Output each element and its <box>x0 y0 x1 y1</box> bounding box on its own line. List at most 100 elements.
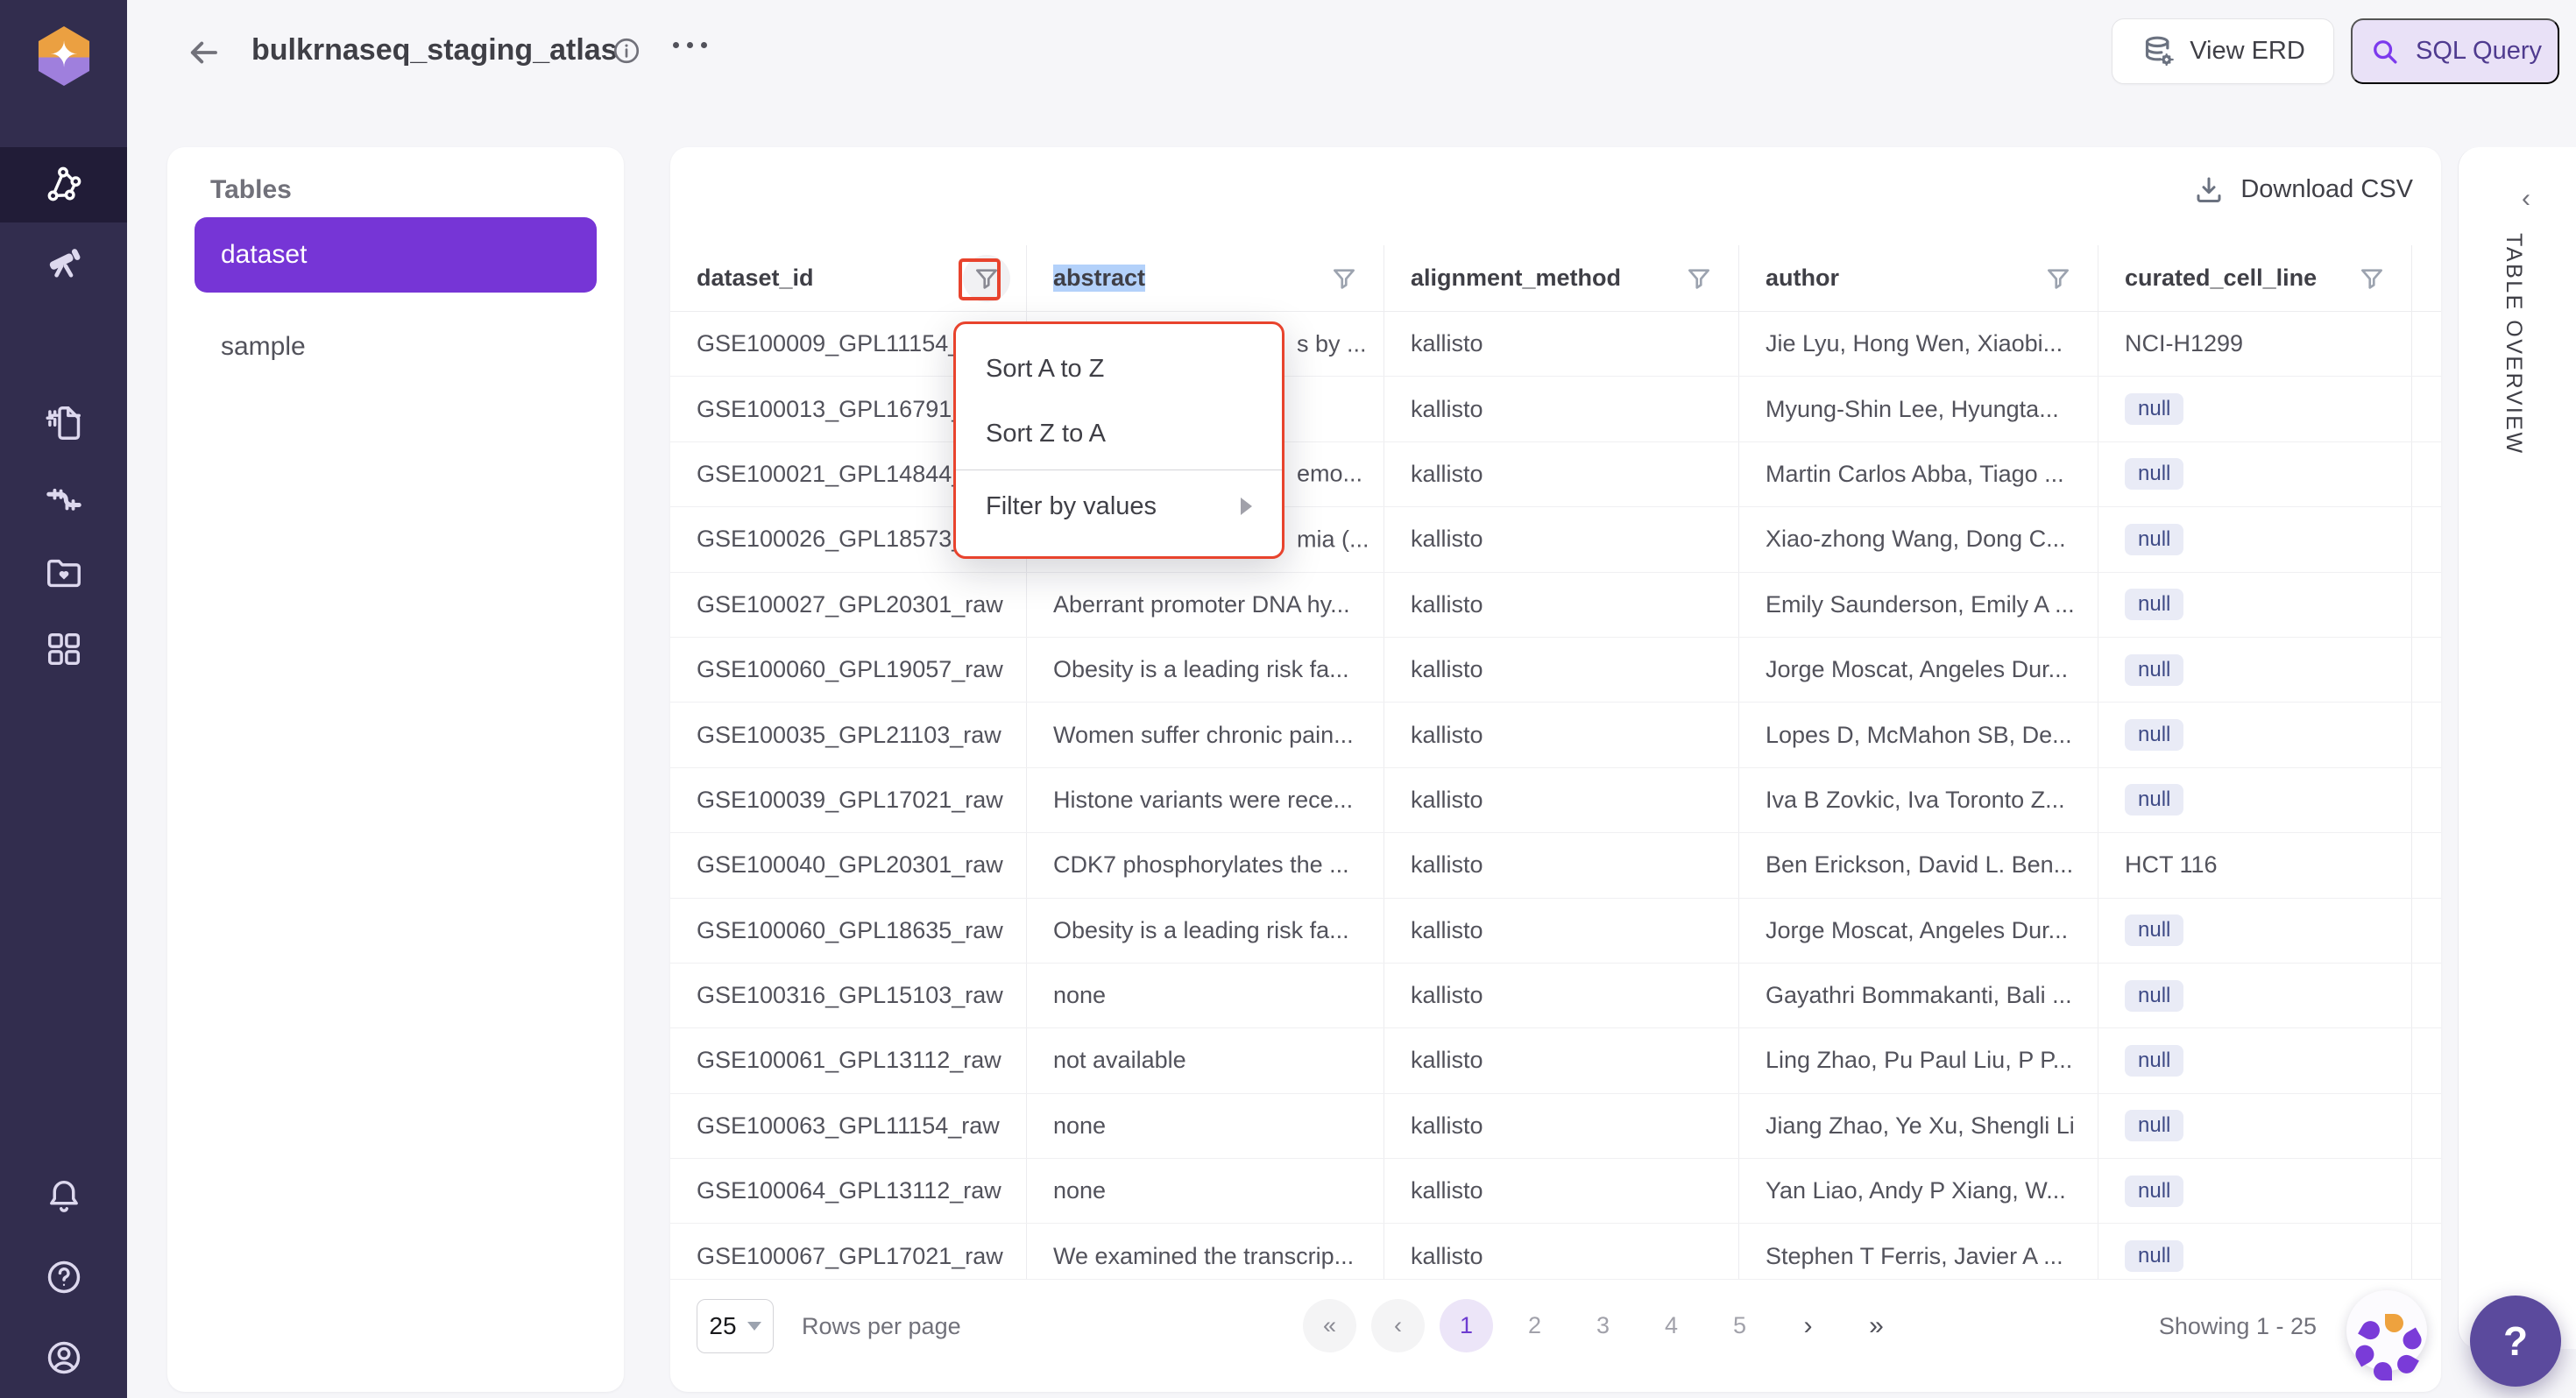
cell-abstract[interactable]: not available <box>1027 1028 1384 1092</box>
cell-alignment-method[interactable]: kallisto <box>1384 1028 1739 1092</box>
cell-dataset-id[interactable]: GSE100067_GPL17021_raw <box>670 1224 1027 1279</box>
cell-dataset-id[interactable]: GSE100063_GPL11154_raw <box>670 1094 1027 1158</box>
column-header-alignment_method[interactable]: alignment_method <box>1384 245 1739 311</box>
cell-dataset-id[interactable]: GSE100027_GPL20301_raw <box>670 573 1027 637</box>
table-row[interactable]: GSE100063_GPL11154_rawnonekallistoJiang … <box>670 1094 2441 1159</box>
cell-dataset-id[interactable]: GSE100060_GPL18635_raw <box>670 899 1027 963</box>
view-erd-button[interactable]: View ERD <box>2112 18 2334 84</box>
cell-abstract[interactable]: Histone variants were rece... <box>1027 768 1384 832</box>
last-page-button[interactable]: » <box>1850 1299 1903 1352</box>
column-header-abstract[interactable]: abstract <box>1027 245 1384 311</box>
table-row[interactable]: GSE100021_GPL14844_rawemo...kallistoMart… <box>670 442 2441 507</box>
table-row[interactable]: GSE100061_GPL13112_rawnot availablekalli… <box>670 1028 2441 1093</box>
cell-curated-cell-line[interactable]: null <box>2098 703 2412 766</box>
more-options-icon[interactable] <box>673 42 707 48</box>
back-button[interactable] <box>184 33 223 72</box>
table-row[interactable]: GSE100039_GPL17021_rawHistone variants w… <box>670 768 2441 833</box>
cell-author[interactable]: Yan Liao, Andy P Xiang, W... <box>1739 1159 2098 1223</box>
cell-abstract[interactable]: none <box>1027 1094 1384 1158</box>
column-header-author[interactable]: author <box>1739 245 2098 311</box>
table-row[interactable]: GSE100027_GPL20301_rawAberrant promoter … <box>670 573 2441 638</box>
cell-author[interactable]: Ling Zhao, Pu Paul Liu, P P... <box>1739 1028 2098 1092</box>
table-row[interactable]: GSE100067_GPL17021_rawWe examined the tr… <box>670 1224 2441 1279</box>
cell-curated-cell-line[interactable]: null <box>2098 442 2412 506</box>
cell-dataset-id[interactable]: GSE100060_GPL19057_raw <box>670 638 1027 702</box>
cell-dataset-id[interactable]: GSE100061_GPL13112_raw <box>670 1028 1027 1092</box>
sidebar-item-file-settings[interactable] <box>0 385 127 461</box>
cell-author[interactable]: Myung-Shin Lee, Hyungta... <box>1739 377 2098 441</box>
page-button-5[interactable]: 5 <box>1713 1299 1766 1352</box>
column-filter-button[interactable] <box>1320 255 1368 302</box>
brand-flower-logo[interactable] <box>2346 1290 2427 1371</box>
app-logo[interactable]: ✦ <box>35 26 93 86</box>
help-fab-button[interactable]: ? <box>2470 1296 2561 1387</box>
table-row[interactable]: GSE100013_GPL16791_rawkallistoMyung-Shin… <box>670 377 2441 441</box>
cell-author[interactable]: Xiao-zhong Wang, Dong C... <box>1739 507 2098 571</box>
cell-alignment-method[interactable]: kallisto <box>1384 507 1739 571</box>
cell-alignment-method[interactable]: kallisto <box>1384 1159 1739 1223</box>
cell-curated-cell-line[interactable]: null <box>2098 573 2412 637</box>
table-row[interactable]: GSE100040_GPL20301_rawCDK7 phosphorylate… <box>670 833 2441 898</box>
cell-author[interactable]: Emily Saunderson, Emily A ... <box>1739 573 2098 637</box>
sidebar-item-help[interactable] <box>0 1237 127 1317</box>
cell-author[interactable]: Martin Carlos Abba, Tiago ... <box>1739 442 2098 506</box>
sidebar-item-folder-favorites[interactable] <box>0 536 127 611</box>
sidebar-item-pipeline[interactable] <box>0 461 127 536</box>
cell-author[interactable]: Lopes D, McMahon SB, De... <box>1739 703 2098 766</box>
cell-author[interactable]: Jorge Moscat, Angeles Dur... <box>1739 638 2098 702</box>
cell-abstract[interactable]: We examined the transcrip... <box>1027 1224 1384 1279</box>
cell-curated-cell-line[interactable]: null <box>2098 638 2412 702</box>
cell-dataset-id[interactable]: GSE100064_GPL13112_raw <box>670 1159 1027 1223</box>
cell-curated-cell-line[interactable]: null <box>2098 377 2412 441</box>
table-row[interactable]: GSE100026_GPL18573_rawmia (...kallistoXi… <box>670 507 2441 572</box>
cell-alignment-method[interactable]: kallisto <box>1384 1224 1739 1279</box>
cell-abstract[interactable]: Women suffer chronic pain... <box>1027 703 1384 766</box>
sidebar-item-telescope[interactable] <box>0 222 127 298</box>
cell-abstract[interactable]: Aberrant promoter DNA hy... <box>1027 573 1384 637</box>
table-row[interactable]: GSE100060_GPL19057_rawObesity is a leadi… <box>670 638 2441 703</box>
cell-curated-cell-line[interactable]: HCT 116 <box>2098 833 2412 897</box>
sidebar-item-apps[interactable] <box>0 611 127 687</box>
sidebar-item-account[interactable] <box>0 1317 127 1398</box>
next-page-button[interactable]: › <box>1781 1299 1835 1352</box>
column-filter-button[interactable] <box>2348 255 2396 302</box>
cell-curated-cell-line[interactable]: null <box>2098 507 2412 571</box>
cell-alignment-method[interactable]: kallisto <box>1384 573 1739 637</box>
page-button-1[interactable]: 1 <box>1440 1299 1493 1352</box>
cell-author[interactable]: Iva B Zovkic, Iva Toronto Z... <box>1739 768 2098 832</box>
cell-alignment-method[interactable]: kallisto <box>1384 833 1739 897</box>
cell-alignment-method[interactable]: kallisto <box>1384 312 1739 376</box>
menu-item-filter-by-values[interactable]: Filter by values <box>956 474 1282 539</box>
first-page-button[interactable]: « <box>1303 1299 1356 1352</box>
sql-query-button[interactable]: SQL Query <box>2351 18 2559 84</box>
cell-alignment-method[interactable]: kallisto <box>1384 899 1739 963</box>
info-icon[interactable] <box>612 36 641 70</box>
cell-author[interactable]: Ben Erickson, David L. Ben... <box>1739 833 2098 897</box>
table-row[interactable]: GSE100064_GPL13112_rawnonekallistoYan Li… <box>670 1159 2441 1224</box>
cell-dataset-id[interactable]: GSE100039_GPL17021_raw <box>670 768 1027 832</box>
cell-dataset-id[interactable]: GSE100035_GPL21103_raw <box>670 703 1027 766</box>
rows-per-page-select[interactable]: 25 <box>697 1299 774 1353</box>
collapse-chevron-icon[interactable]: ‹ <box>2522 184 2530 214</box>
table-row[interactable]: GSE100316_GPL15103_rawnonekallistoGayath… <box>670 964 2441 1028</box>
cell-abstract[interactable]: none <box>1027 964 1384 1027</box>
menu-item-sort-asc[interactable]: Sort A to Z <box>956 336 1282 401</box>
cell-dataset-id[interactable]: GSE100040_GPL20301_raw <box>670 833 1027 897</box>
column-header-curated_cell_line[interactable]: curated_cell_line <box>2098 245 2412 311</box>
cell-alignment-method[interactable]: kallisto <box>1384 703 1739 766</box>
cell-curated-cell-line[interactable]: null <box>2098 964 2412 1027</box>
cell-author[interactable]: Stephen T Ferris, Javier A ... <box>1739 1224 2098 1279</box>
table-row[interactable]: GSE100060_GPL18635_rawObesity is a leadi… <box>670 899 2441 964</box>
sidebar-item-notifications[interactable] <box>0 1156 127 1237</box>
cell-curated-cell-line[interactable]: NCI-H1299 <box>2098 312 2412 376</box>
table-list-item-dataset[interactable]: dataset <box>195 217 597 293</box>
previous-page-button[interactable]: ‹ <box>1371 1299 1425 1352</box>
column-filter-button[interactable] <box>1675 255 1723 302</box>
cell-curated-cell-line[interactable]: null <box>2098 1028 2412 1092</box>
sidebar-item-graph[interactable] <box>0 147 127 222</box>
cell-author[interactable]: Gayathri Bommakanti, Bali ... <box>1739 964 2098 1027</box>
cell-author[interactable]: Jie Lyu, Hong Wen, Xiaobi... <box>1739 312 2098 376</box>
cell-alignment-method[interactable]: kallisto <box>1384 442 1739 506</box>
cell-abstract[interactable]: CDK7 phosphorylates the ... <box>1027 833 1384 897</box>
download-csv-button[interactable]: Download CSV <box>2193 173 2413 205</box>
